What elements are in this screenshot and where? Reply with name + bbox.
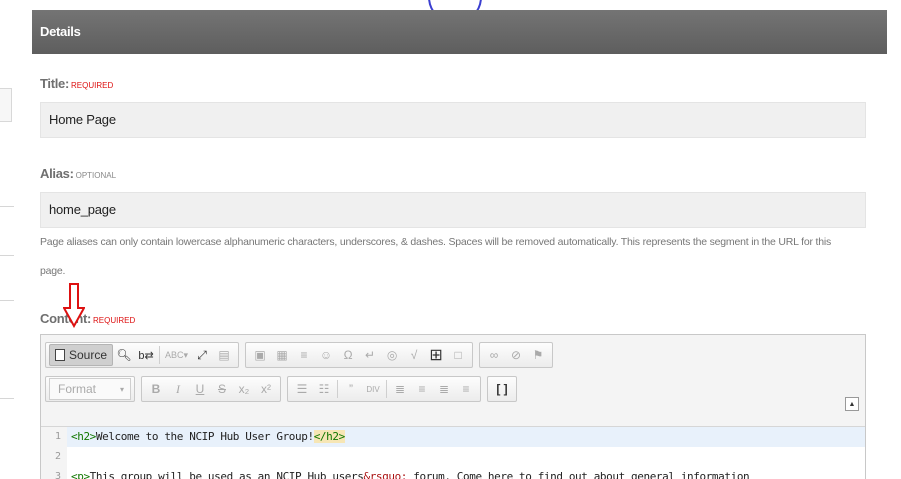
code-content: forum. Come here to find out about gener…	[407, 470, 750, 479]
page-break-icon[interactable]: ↵	[359, 344, 381, 366]
alias-hint: Page aliases can only contain lowercase …	[40, 236, 832, 248]
line-number: 1	[41, 427, 67, 447]
separator	[337, 380, 338, 398]
divider	[0, 206, 14, 207]
bold-icon[interactable]: B	[145, 378, 167, 400]
optional-badge: OPTIONAL	[75, 171, 117, 180]
bracket-icon[interactable]: [ ]	[491, 378, 513, 400]
table-icon[interactable]: ▦	[271, 344, 293, 366]
separator	[159, 346, 161, 364]
unordered-list-icon[interactable]: ☷	[313, 378, 335, 400]
spellcheck-icon[interactable]: ABC▾	[162, 344, 191, 366]
toolbar-group-format: Format ▾	[45, 376, 135, 402]
title-input[interactable]: Home Page	[40, 102, 866, 138]
code-line: 1 <h2>Welcome to the NCIP Hub User Group…	[41, 427, 865, 447]
underline-icon[interactable]: U	[189, 378, 211, 400]
source-label: Source	[69, 348, 108, 362]
showblocks-icon[interactable]: ▤	[213, 344, 235, 366]
chevron-down-icon: ▾	[119, 384, 124, 394]
line-number: 3	[41, 467, 67, 479]
editor-toolbar-row-2: Format ▾ B I U S x₂ x² ☰ ☷ ” DIV ≣ ≡ ≣ ≡…	[45, 375, 523, 403]
html-tag: </h2>	[313, 430, 345, 443]
sidebar-edge	[0, 88, 12, 122]
template-icon[interactable]: □	[447, 344, 469, 366]
content-label: Content: REQUIRED	[40, 311, 135, 326]
maximize-icon[interactable]: ⤢	[191, 344, 213, 366]
annotation-arrow-icon	[63, 283, 85, 328]
code-content: This group will be used as an NCIP Hub u…	[89, 470, 364, 479]
alias-input[interactable]: home_page	[40, 192, 866, 228]
line-number: 2	[41, 447, 67, 467]
html-tag: <h2>	[71, 430, 96, 443]
subscript-icon[interactable]: x₂	[233, 378, 255, 400]
source-icon	[55, 349, 65, 361]
toolbar-group-insert: ▣ ▦ ≡ ☺ Ω ↵ ◎ √ ⊞ □	[245, 342, 474, 368]
details-panel: Details Title: REQUIRED Home Page Alias: O…	[32, 10, 887, 479]
format-select[interactable]: Format ▾	[49, 378, 131, 400]
unlink-icon[interactable]: ⊘	[505, 344, 527, 366]
align-left-icon[interactable]: ≣	[389, 378, 411, 400]
code-content: Welcome to the NCIP Hub User Group!	[95, 430, 314, 443]
italic-icon[interactable]: I	[167, 378, 189, 400]
alias-hint-cont: page.	[40, 265, 66, 277]
smiley-icon[interactable]: ☺	[315, 344, 337, 366]
blockquote-icon[interactable]: ”	[340, 378, 362, 400]
iframe-icon[interactable]: ◎	[381, 344, 403, 366]
divider	[0, 300, 14, 301]
code-line: 2	[41, 447, 865, 467]
panel-header: Details	[32, 10, 887, 54]
divider	[0, 255, 14, 256]
math-icon[interactable]: √	[403, 344, 425, 366]
special-char-icon[interactable]: Ω	[337, 344, 359, 366]
grid-icon[interactable]: ⊞	[425, 344, 447, 366]
source-code-area[interactable]: 1 <h2>Welcome to the NCIP Hub User Group…	[41, 426, 865, 479]
alias-label: Alias: OPTIONAL	[40, 166, 116, 181]
image-icon[interactable]: ▣	[249, 344, 271, 366]
toolbar-group-links: ∞ ⊘ ⚑	[479, 342, 554, 368]
source-button[interactable]: Source	[49, 344, 114, 366]
required-badge: REQUIRED	[71, 81, 114, 90]
code-text: <p>This group will be used as an NCIP Hu…	[67, 467, 750, 479]
ordered-list-icon[interactable]: ☰	[291, 378, 313, 400]
alias-label-text: Alias:	[40, 166, 74, 181]
html-entity: &rsquo;	[363, 470, 408, 479]
divider	[0, 398, 14, 399]
collapse-icon[interactable]: ▲	[845, 397, 859, 411]
format-label: Format	[58, 382, 97, 396]
link-icon[interactable]: ∞	[483, 344, 505, 366]
toolbar-group-styles: B I U S x₂ x²	[141, 376, 281, 402]
code-line: 3 <p>This group will be used as an NCIP …	[41, 467, 865, 479]
align-center-icon[interactable]: ≡	[411, 378, 433, 400]
horizontal-rule-icon[interactable]: ≡	[293, 344, 315, 366]
strike-icon[interactable]: S	[211, 378, 233, 400]
toolbar-group-paragraph: ☰ ☷ ” DIV ≣ ≡ ≣ ≡	[287, 376, 481, 402]
html-tag: <p>	[71, 470, 90, 479]
find-icon[interactable]: 🔍︎	[113, 344, 135, 366]
justify-icon[interactable]: ≡	[455, 378, 477, 400]
div-icon[interactable]: DIV	[362, 378, 384, 400]
superscript-icon[interactable]: x²	[255, 378, 277, 400]
align-right-icon[interactable]: ≣	[433, 378, 455, 400]
separator	[386, 380, 387, 398]
title-label: Title: REQUIRED	[40, 76, 113, 91]
anchor-icon[interactable]: ⚑	[527, 344, 549, 366]
rich-text-editor: Source 🔍︎ b⇄ ABC▾ ⤢ ▤ ▣ ▦ ≡ ☺ Ω ↵ ◎ √ ⊞ …	[40, 334, 866, 479]
replace-icon[interactable]: b⇄	[135, 344, 157, 366]
required-badge: REQUIRED	[93, 316, 136, 325]
toolbar-group-misc: [ ]	[487, 376, 517, 402]
title-label-text: Title:	[40, 76, 70, 91]
toolbar-group-document: Source 🔍︎ b⇄ ABC▾ ⤢ ▤	[45, 342, 240, 368]
editor-toolbar-row-1: Source 🔍︎ b⇄ ABC▾ ⤢ ▤ ▣ ▦ ≡ ☺ Ω ↵ ◎ √ ⊞ …	[45, 341, 559, 369]
code-text: <h2>Welcome to the NCIP Hub User Group!<…	[67, 427, 345, 447]
left-gutter	[0, 0, 20, 479]
